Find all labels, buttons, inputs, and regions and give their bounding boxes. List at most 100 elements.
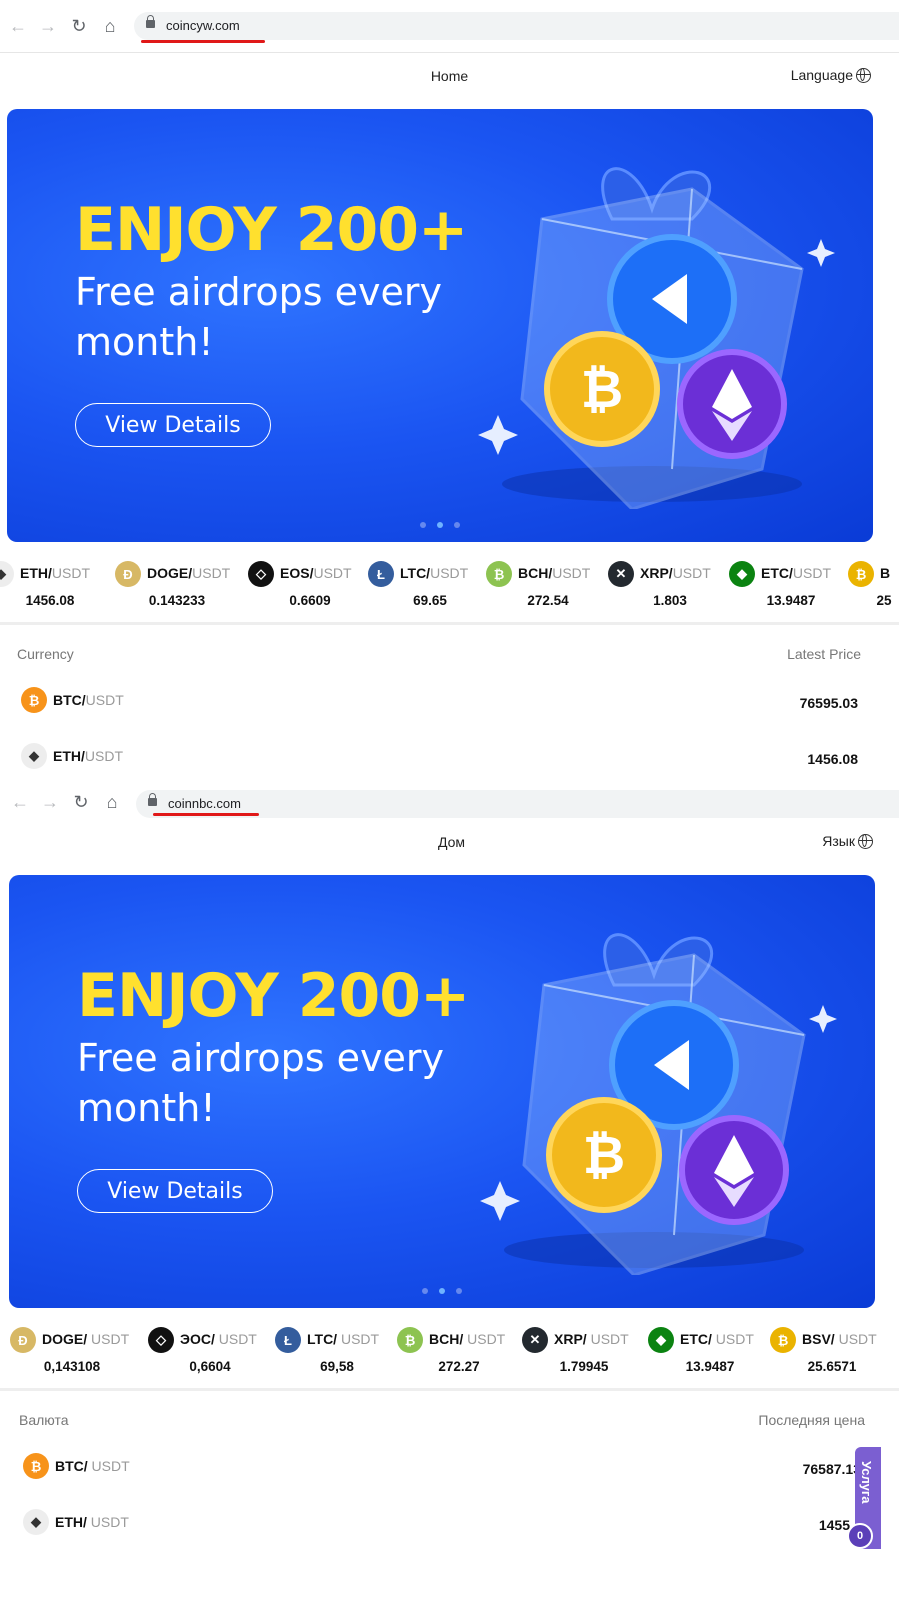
ticker-price: 0.6609 [289, 593, 331, 608]
section-divider [0, 622, 899, 625]
table-row[interactable]: ◆ ETH/ USDT 1455 [0, 1509, 899, 1549]
eos-icon: ◇ [148, 1327, 174, 1353]
ticker-base: EOS/ [280, 565, 314, 581]
carousel-dot[interactable] [422, 1288, 428, 1294]
section-divider [0, 1388, 899, 1391]
reload-icon[interactable]: ↻ [69, 790, 93, 814]
ticker-price: 0.143233 [148, 593, 206, 608]
promo-banner[interactable]: ENJOY 200+ Free airdrops every month! Vi… [9, 875, 875, 1308]
row-price: 76587.13 [802, 1461, 861, 1477]
carousel-dot[interactable] [456, 1288, 462, 1294]
ticker-base: LTC/ [307, 1331, 338, 1347]
carousel-dot[interactable] [420, 522, 426, 528]
language-selector[interactable]: Язык [822, 833, 873, 849]
carousel-dots[interactable] [422, 1288, 462, 1294]
table-row[interactable]: ◆ ETH/USDT 1456.08 [0, 743, 899, 783]
carousel-dot-active[interactable] [439, 1288, 445, 1294]
row-quote: USDT [84, 748, 124, 764]
ticker-base: ETC/ [761, 565, 793, 581]
carousel-dots[interactable] [420, 522, 460, 528]
url-highlight-underline [153, 813, 259, 816]
screenshot-top: ← → ↻ ⌂ coincyw.com Home Language ENJOY … [0, 0, 899, 790]
ticker-strip: ◆ ETH/USDT 1456.08 Ð DOGE/USDT 0.143233 … [0, 557, 899, 621]
ticker-item[interactable]: ◇ ЭОС/ USDT 0,6604 [148, 1323, 272, 1387]
ticker-quote: USDT [430, 565, 469, 581]
carousel-dot[interactable] [454, 522, 460, 528]
nav-home[interactable]: Дом [2, 834, 899, 850]
carousel-dot-active[interactable] [437, 522, 443, 528]
ticker-item[interactable]: ◆ ETC/ USDT 13.9487 [648, 1323, 772, 1387]
promo-banner[interactable]: ENJOY 200+ Free airdrops every month! Vi… [7, 109, 873, 542]
ticker-base: BCH/ [429, 1331, 464, 1347]
ticker-base: DOGE/ [147, 565, 193, 581]
xrp-icon: ✕ [522, 1327, 548, 1353]
ticker-item[interactable]: Ł LTC/ USDT 69,58 [275, 1323, 399, 1387]
etc-icon: ◆ [729, 561, 755, 587]
row-quote: USDT [86, 1514, 129, 1530]
ticker-quote: USDT [552, 565, 591, 581]
home-icon[interactable]: ⌂ [98, 14, 122, 38]
ticker-price: 0,6604 [189, 1359, 231, 1374]
ticker-item[interactable]: Ð DOGE/ USDT 0,143108 [10, 1323, 134, 1387]
home-icon[interactable]: ⌂ [100, 790, 124, 814]
row-price: 1455 [818, 1517, 850, 1533]
ltc-icon: Ł [368, 561, 394, 587]
ticker-item[interactable]: ◆ ETC/USDT 13.9487 [729, 557, 853, 621]
table-row[interactable]: ₿ BTC/USDT 76595.03 [0, 687, 899, 727]
forward-arrow-icon[interactable]: → [36, 14, 60, 38]
ticker-base: ЭОС/ [180, 1331, 215, 1347]
table-row[interactable]: ₿ BTC/ USDT 76587.13 [0, 1453, 899, 1493]
ticker-item[interactable]: ✕ XRP/ USDT 1.79945 [522, 1323, 646, 1387]
forward-arrow-icon[interactable]: → [38, 790, 62, 814]
ticker-base: BSV/ [802, 1331, 835, 1347]
ticker-item[interactable]: ₿ BCH/ USDT 272.27 [397, 1323, 521, 1387]
url-text: coincyw.com [166, 18, 240, 33]
lock-icon [148, 793, 157, 806]
reload-icon[interactable]: ↻ [67, 14, 91, 38]
svg-text:₿: ₿ [581, 360, 623, 420]
ticker-item[interactable]: ✕ XRP/USDT 1.803 [608, 557, 732, 621]
ticker-item[interactable]: ₿ BSV/ USDT 25.6571 [770, 1323, 894, 1387]
banner-subtitle: Free airdrops every month! [77, 1036, 445, 1130]
bsv-icon: ₿ [848, 561, 874, 587]
ticker-quote: USDT [711, 1331, 754, 1347]
ticker-item[interactable]: Ł LTC/USDT 69.65 [368, 557, 492, 621]
row-base: BTC/ [55, 1458, 88, 1474]
view-details-button[interactable]: View Details [77, 1169, 273, 1213]
globe-icon [856, 67, 871, 83]
row-base: ETH/ [53, 748, 85, 764]
url-highlight-underline [141, 40, 265, 43]
ticker-item[interactable]: ₿ BCH/USDT 272.54 [486, 557, 610, 621]
etc-icon: ◆ [648, 1327, 674, 1353]
ticker-quote: USDT [87, 1331, 130, 1347]
address-bar[interactable]: coincyw.com [134, 12, 899, 40]
back-arrow-icon[interactable]: ← [6, 14, 30, 38]
eth-icon: ◆ [23, 1509, 49, 1535]
row-quote: USDT [85, 692, 124, 708]
row-quote: USDT [87, 1458, 130, 1474]
ticker-item[interactable]: ◆ ETH/USDT 1456.08 [0, 557, 112, 621]
row-price: 1456.08 [807, 751, 858, 767]
ticker-item[interactable]: ◇ EOS/USDT 0.6609 [248, 557, 372, 621]
gift-box-coins-illustration: ₿ [480, 933, 837, 1275]
ticker-base: B [880, 565, 891, 581]
row-price: 76595.03 [799, 695, 858, 711]
column-currency: Валюта [19, 1412, 69, 1428]
ticker-item[interactable]: Ð DOGE/USDT 0.143233 [115, 557, 239, 621]
doge-icon: Ð [10, 1327, 36, 1353]
back-arrow-icon[interactable]: ← [8, 790, 32, 814]
ticker-item-partial[interactable]: ₿ B 25 [848, 557, 899, 621]
bch-icon: ₿ [397, 1327, 423, 1353]
lock-icon [146, 15, 155, 28]
ticker-quote: USDT [463, 1331, 506, 1347]
ticker-base: DOGE/ [42, 1331, 88, 1347]
ticker-base: ETC/ [680, 1331, 712, 1347]
ticker-price: 272.54 [527, 593, 569, 608]
ticker-base: XRP/ [640, 565, 673, 581]
view-details-button[interactable]: View Details [75, 403, 271, 447]
bch-icon: ₿ [486, 561, 512, 587]
ticker-quote: USDT [214, 1331, 257, 1347]
language-selector[interactable]: Language [791, 67, 871, 83]
nav-home[interactable]: Home [0, 68, 899, 84]
customer-service-tab[interactable]: Услуга 0 [847, 1447, 881, 1549]
